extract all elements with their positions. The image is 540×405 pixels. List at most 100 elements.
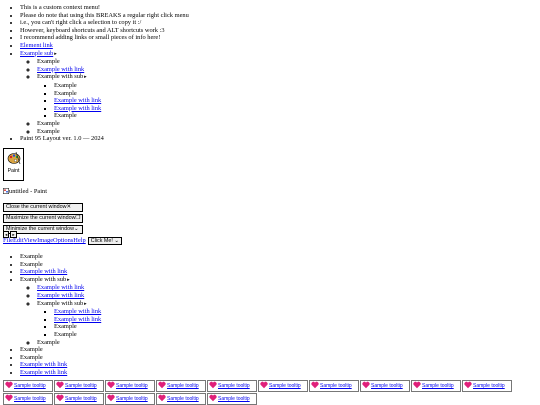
element-link[interactable]: Element link	[20, 42, 53, 49]
list-item: Example	[54, 112, 303, 120]
list-item: Example with link	[54, 316, 303, 324]
example-link[interactable]: Example with link	[37, 284, 84, 291]
example-sub-label[interactable]: Example with sub	[37, 300, 83, 307]
note-item: However, keyboard shortcuts and ALT shor…	[20, 27, 303, 35]
note-item: This is a custom context menu!	[20, 4, 303, 12]
tooltip-item[interactable]: Sample tooltip	[3, 380, 53, 392]
tooltip-item[interactable]: Sample tooltip	[54, 393, 104, 405]
tooltip-link[interactable]: Sample tooltip	[320, 383, 352, 389]
tooltip-item[interactable]: Sample tooltip	[207, 380, 257, 392]
tooltip-item[interactable]: Sample tooltip	[360, 380, 410, 392]
window-title: untitled - Paint	[9, 188, 47, 195]
list-item: Example	[37, 128, 303, 136]
list-item: Example with link	[37, 292, 303, 300]
palette-icon	[7, 151, 21, 165]
tooltip-link[interactable]: Sample tooltip	[473, 383, 505, 389]
example-link[interactable]: Example with link	[37, 66, 84, 73]
example-link[interactable]: Example with link	[20, 369, 67, 376]
tooltip-item[interactable]: Sample tooltip	[207, 393, 257, 405]
list-item: Example with link	[37, 284, 303, 292]
example-link[interactable]: Example with link	[37, 292, 84, 299]
heart-icon	[56, 381, 64, 389]
maximize-window-button[interactable]: Maximize the current window❐	[3, 214, 84, 223]
example-sub-label[interactable]: Example with sub	[37, 73, 83, 80]
tooltip-link[interactable]: Sample tooltip	[167, 396, 199, 402]
tooltip-item[interactable]: Sample tooltip	[54, 380, 104, 392]
heart-icon	[464, 381, 472, 389]
tooltip-link[interactable]: Sample tooltip	[218, 396, 250, 402]
tooltip-item[interactable]: Sample tooltip	[411, 380, 461, 392]
heart-icon	[158, 381, 166, 389]
menu-edit[interactable]: Edit	[13, 237, 24, 244]
tooltip-link[interactable]: Sample tooltip	[14, 396, 46, 402]
click-me-button[interactable]: Click Me! ⌄	[87, 237, 122, 245]
caret-right-icon: ▸	[84, 301, 87, 307]
tooltip-link[interactable]: Sample tooltip	[65, 396, 97, 402]
window-title-bar: untitled - Paint	[3, 188, 47, 196]
close-window-label: Close the current window	[6, 204, 67, 210]
version-text: Paint 95 Layout ver. 1.0 — 2024	[20, 135, 303, 143]
tooltip-item[interactable]: Sample tooltip	[258, 380, 308, 392]
heart-icon	[209, 381, 217, 389]
list-item: Example sub▸ Example Example with link E…	[20, 50, 303, 136]
heart-icon	[260, 381, 268, 389]
tooltip-item[interactable]: Sample tooltip	[105, 393, 155, 405]
tooltip-link[interactable]: Sample tooltip	[167, 383, 199, 389]
example-link[interactable]: Example with link	[54, 308, 101, 315]
heart-icon	[107, 381, 115, 389]
tooltip-link[interactable]: Sample tooltip	[218, 383, 250, 389]
tooltip-link[interactable]: Sample tooltip	[371, 383, 403, 389]
caret-right-icon: ▸	[84, 75, 87, 81]
close-icon: ✕	[66, 204, 72, 210]
context-menu-list: This is a custom context menu! Please do…	[3, 4, 303, 143]
tooltip-item[interactable]: Sample tooltip	[105, 380, 155, 392]
list-item: Example with link	[20, 369, 303, 377]
list-item: Example with sub▸ Example with link Exam…	[20, 276, 303, 346]
list-item: Example	[54, 82, 303, 90]
heart-icon	[362, 381, 370, 389]
list-item: Example with link	[20, 268, 303, 276]
example-sub-link[interactable]: Example sub	[20, 50, 53, 57]
note-item: i.e., you can't right click a selection …	[20, 19, 303, 27]
example-link[interactable]: Example with link	[54, 97, 101, 104]
tooltip-link[interactable]: Sample tooltip	[14, 383, 46, 389]
heart-icon	[56, 394, 64, 402]
tooltip-item[interactable]: Sample tooltip	[462, 380, 512, 392]
heart-icon	[413, 381, 421, 389]
heart-icon	[311, 381, 319, 389]
example-link[interactable]: Example with link	[20, 268, 67, 275]
list-item: Example	[37, 58, 303, 66]
menu-file[interactable]: File	[3, 237, 13, 244]
list-item: Example with link	[54, 308, 303, 316]
paint-desktop-icon[interactable]: Paint	[3, 148, 24, 181]
tooltip-item[interactable]: Sample tooltip	[156, 380, 206, 392]
list-item: Element link	[20, 42, 303, 50]
example-link[interactable]: Example with link	[54, 105, 101, 112]
example-link[interactable]: Example with link	[54, 316, 101, 323]
tooltip-link[interactable]: Sample tooltip	[65, 383, 97, 389]
list-item: Example with link	[20, 361, 303, 369]
list-item: Example	[54, 323, 303, 331]
minimize-icon: ⌄	[74, 226, 79, 232]
heart-icon	[5, 394, 13, 402]
list-item: Example	[37, 339, 303, 347]
tooltip-link[interactable]: Sample tooltip	[116, 383, 148, 389]
tooltip-link[interactable]: Sample tooltip	[269, 383, 301, 389]
list-item: Example	[20, 261, 303, 269]
tooltip-item[interactable]: Sample tooltip	[3, 393, 53, 405]
tooltip-link[interactable]: Sample tooltip	[116, 396, 148, 402]
heart-icon	[209, 394, 217, 402]
menu-options[interactable]: Options	[53, 237, 73, 244]
menu-help[interactable]: Help	[73, 237, 85, 244]
close-window-button[interactable]: Close the current window✕	[3, 203, 84, 212]
tooltip-link[interactable]: Sample tooltip	[422, 383, 454, 389]
menu-view[interactable]: View	[24, 237, 37, 244]
example-link[interactable]: Example with link	[20, 361, 67, 368]
menu-bar: FileEditViewImageOptionsHelp Click Me! ⌄	[3, 237, 122, 245]
caret-right-icon: ▸	[54, 51, 57, 57]
example-sub-label[interactable]: Example with sub	[20, 276, 66, 283]
menu-image[interactable]: Image	[37, 237, 53, 244]
tooltip-item[interactable]: Sample tooltip	[309, 380, 359, 392]
tooltip-item[interactable]: Sample tooltip	[156, 393, 206, 405]
list-item: Example	[54, 90, 303, 98]
